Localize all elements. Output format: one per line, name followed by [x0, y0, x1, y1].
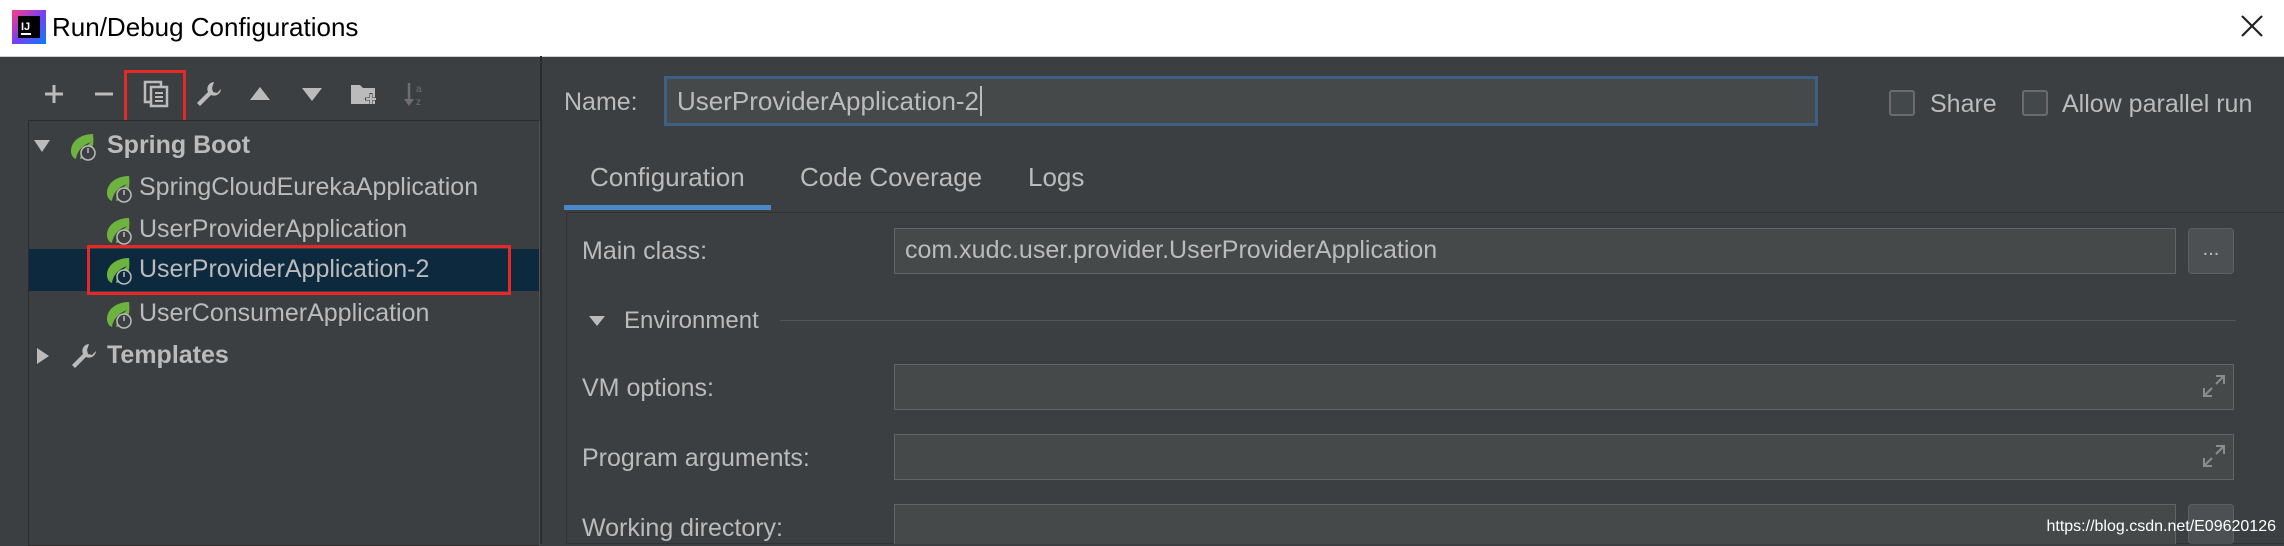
splitter[interactable] [540, 56, 542, 544]
wrench-icon [72, 344, 96, 368]
vm-options-label: VM options: [582, 374, 715, 402]
tab-logs[interactable]: Logs [1002, 144, 1110, 210]
tree-label-templates: Templates [107, 341, 229, 369]
expand-arrow-icon[interactable] [33, 138, 51, 154]
remove-icon[interactable] [86, 76, 122, 112]
text-cursor: ​ [980, 86, 983, 116]
vm-options-field[interactable] [894, 364, 2234, 410]
copy-highlight-box [124, 70, 186, 124]
expand-field-icon[interactable] [2200, 372, 2228, 400]
window-title: Run/Debug Configurations [52, 12, 359, 42]
move-down-icon[interactable] [294, 76, 330, 112]
tree-item[interactable]: UserProviderApplication [29, 209, 539, 249]
name-input-value: UserProviderApplication-2 [677, 86, 980, 116]
tree-item-selected[interactable]: UserProviderApplication-2 [29, 245, 539, 295]
tree-item-label: SpringCloudEurekaApplication [139, 173, 479, 201]
move-up-icon[interactable] [242, 76, 278, 112]
spring-boot-run-icon [107, 218, 132, 245]
spring-boot-run-icon [107, 302, 132, 329]
selected-highlight-box [87, 245, 511, 295]
intellij-logo-icon: IJ [12, 10, 46, 44]
name-label: Name: [564, 88, 638, 116]
share-checkbox[interactable] [1889, 90, 1915, 116]
svg-text:IJ: IJ [21, 21, 30, 33]
main-class-field[interactable]: com.xudc.user.provider.UserProviderAppli… [894, 228, 2176, 274]
wrench-icon[interactable] [190, 76, 226, 112]
expand-field-icon[interactable] [2200, 442, 2228, 470]
add-icon[interactable] [36, 76, 72, 112]
spring-boot-icon [71, 134, 96, 161]
close-icon[interactable] [2236, 10, 2268, 42]
svg-text:a: a [416, 84, 422, 95]
tree-label-spring-boot: Spring Boot [107, 131, 251, 159]
watermark: https://blog.csdn.net/E09620126 [2046, 518, 2276, 535]
tree-node-spring-boot[interactable]: Spring Boot [29, 125, 539, 165]
allow-parallel-run-label[interactable]: Allow parallel run [2062, 90, 2252, 119]
allow-parallel-run-checkbox[interactable] [2022, 90, 2048, 116]
working-directory-field[interactable] [894, 504, 2176, 544]
tree-item[interactable]: UserConsumerApplication [29, 293, 539, 333]
program-arguments-label: Program arguments: [582, 444, 810, 472]
tab-configuration[interactable]: Configuration [564, 144, 771, 210]
name-input[interactable]: UserProviderApplication-2​ [664, 76, 1818, 126]
tree-item-label: UserProviderApplication [139, 215, 408, 243]
environment-section-title[interactable]: Environment [624, 307, 759, 335]
main-class-label: Main class: [582, 237, 708, 265]
svg-text:z: z [416, 97, 421, 108]
configuration-tree: Spring Boot SpringCloudEurekaApplication… [28, 120, 540, 546]
environment-expand-icon[interactable] [588, 314, 606, 328]
tab-code-coverage[interactable]: Code Coverage [774, 144, 1008, 210]
tree-item[interactable]: SpringCloudEurekaApplication [29, 167, 539, 207]
title-bar: IJ Run/Debug Configurations [0, 0, 2284, 57]
tree-node-templates[interactable]: Templates [29, 335, 539, 375]
collapse-arrow-icon[interactable] [35, 347, 51, 365]
share-label[interactable]: Share [1930, 90, 1997, 119]
environment-divider [780, 320, 2236, 321]
working-directory-label: Working directory: [582, 514, 783, 542]
sort-icon[interactable]: az [398, 76, 434, 112]
program-arguments-field[interactable] [894, 434, 2234, 480]
browse-main-class-button[interactable]: ... [2188, 228, 2234, 274]
tree-item-label: UserConsumerApplication [139, 299, 430, 327]
spring-boot-run-icon [107, 176, 132, 203]
new-folder-icon[interactable] [346, 76, 382, 112]
